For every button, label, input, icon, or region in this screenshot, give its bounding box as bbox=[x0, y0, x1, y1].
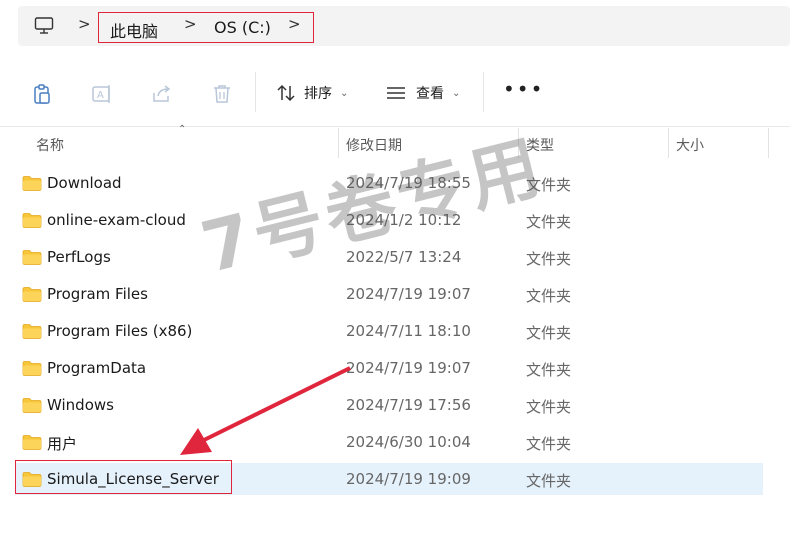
paste-icon[interactable] bbox=[31, 83, 53, 105]
file-type: 文件夹 bbox=[526, 361, 572, 379]
file-name: Program Files bbox=[47, 285, 148, 303]
folder-icon bbox=[22, 398, 42, 413]
sort-ascending-caret-icon: ⌃ bbox=[178, 124, 187, 135]
view-label: 查看 bbox=[416, 86, 444, 102]
folder-icon bbox=[22, 324, 42, 339]
toolbar-bottom-border bbox=[0, 126, 790, 127]
file-name: PerfLogs bbox=[47, 248, 111, 266]
toolbar-divider bbox=[483, 72, 484, 112]
folder-icon bbox=[22, 176, 42, 191]
sort-button[interactable]: 排序 ⌄ bbox=[276, 80, 348, 106]
folder-icon bbox=[22, 287, 42, 302]
file-row[interactable]: Simula_License_Server 2024/7/19 19:09 文件夹 bbox=[15, 460, 763, 495]
column-separator[interactable] bbox=[768, 128, 769, 158]
chevron-right-icon[interactable]: > bbox=[288, 15, 301, 33]
file-name: Download bbox=[47, 174, 122, 192]
file-row[interactable]: Windows 2024/7/19 17:56 文件夹 bbox=[15, 389, 763, 421]
file-type: 文件夹 bbox=[526, 324, 572, 342]
file-modified: 2024/7/19 19:07 bbox=[346, 359, 471, 377]
delete-icon[interactable] bbox=[211, 83, 233, 105]
highlight-box-target-folder bbox=[15, 460, 232, 494]
command-bar: A 排序 ⌄ 查看 ⌄ ••• bbox=[0, 62, 790, 124]
column-separator[interactable] bbox=[668, 128, 669, 158]
folder-icon bbox=[22, 361, 42, 376]
sort-icon bbox=[277, 84, 295, 102]
file-name: Program Files (x86) bbox=[47, 322, 193, 340]
chevron-down-icon: ⌄ bbox=[340, 87, 349, 99]
file-name: 用户 bbox=[47, 435, 78, 453]
folder-icon bbox=[22, 213, 42, 228]
folder-icon bbox=[22, 250, 42, 265]
chevron-right-icon[interactable]: > bbox=[78, 15, 91, 33]
file-row[interactable]: 用户 2024/6/30 10:04 文件夹 bbox=[15, 426, 763, 458]
file-name: Windows bbox=[47, 396, 114, 414]
chevron-right-icon[interactable]: > bbox=[184, 15, 197, 33]
address-bar[interactable]: > 此电脑 > OS (C:) > bbox=[18, 6, 790, 46]
toolbar-divider bbox=[255, 72, 256, 112]
breadcrumb-os-c[interactable]: OS (C:) bbox=[214, 18, 271, 37]
view-list-icon bbox=[387, 87, 405, 99]
file-row[interactable]: ProgramData 2024/7/19 19:07 文件夹 bbox=[15, 352, 763, 384]
file-name: ProgramData bbox=[47, 359, 147, 377]
rename-icon[interactable]: A bbox=[91, 83, 113, 105]
sort-label: 排序 bbox=[304, 86, 332, 102]
more-options-icon[interactable]: ••• bbox=[503, 79, 544, 99]
file-row[interactable]: Program Files (x86) 2024/7/11 18:10 文件夹 bbox=[15, 315, 763, 347]
breadcrumb-this-pc[interactable]: 此电脑 bbox=[110, 18, 158, 42]
file-name: online-exam-cloud bbox=[47, 211, 186, 229]
file-row[interactable]: Program Files 2024/7/19 19:07 文件夹 bbox=[15, 278, 763, 310]
file-type: 文件夹 bbox=[526, 435, 572, 453]
file-type: 文件夹 bbox=[526, 287, 572, 305]
column-separator[interactable] bbox=[338, 128, 339, 158]
column-header-size[interactable]: 大小 bbox=[676, 135, 704, 155]
file-modified: 2024/6/30 10:04 bbox=[346, 433, 471, 451]
svg-text:A: A bbox=[97, 90, 104, 101]
view-button[interactable]: 查看 ⌄ bbox=[386, 80, 460, 106]
this-pc-icon[interactable] bbox=[34, 16, 54, 36]
file-type: 文件夹 bbox=[526, 213, 572, 231]
file-modified: 2024/7/19 19:07 bbox=[346, 285, 471, 303]
file-modified: 2024/7/19 19:09 bbox=[346, 470, 471, 488]
folder-icon bbox=[22, 435, 42, 450]
column-header-name[interactable]: 名称 bbox=[36, 135, 64, 155]
chevron-down-icon: ⌄ bbox=[452, 87, 461, 99]
file-modified: 2024/7/19 17:56 bbox=[346, 396, 471, 414]
file-modified: 2024/7/11 18:10 bbox=[346, 322, 471, 340]
share-icon[interactable] bbox=[151, 83, 173, 105]
file-type: 文件夹 bbox=[526, 398, 572, 416]
file-type: 文件夹 bbox=[526, 250, 572, 268]
file-type: 文件夹 bbox=[526, 472, 572, 490]
